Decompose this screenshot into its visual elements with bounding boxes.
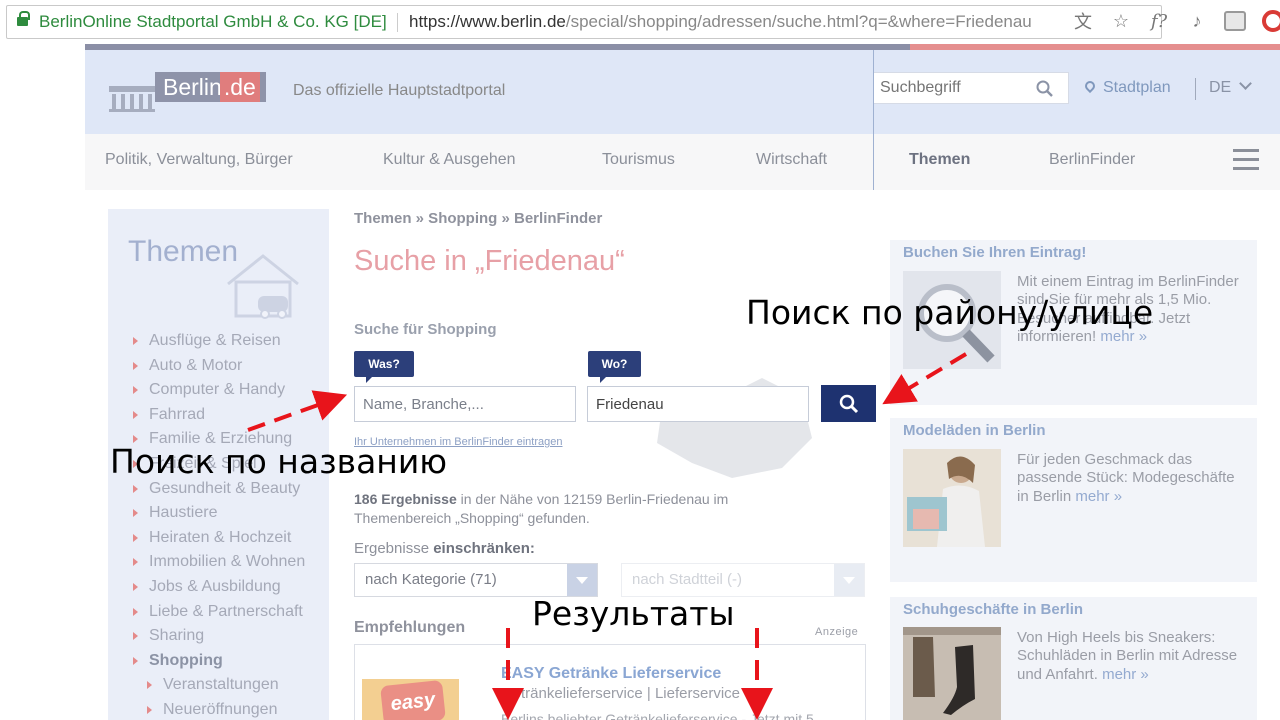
sidebar-item-veranstaltungen[interactable]: Veranstaltungen	[146, 675, 305, 700]
site-header: Berlin.de Das offizielle Hauptstadtporta…	[85, 50, 1280, 134]
category-select[interactable]: nach Kategorie (71)	[354, 563, 598, 597]
extension-icon[interactable]: ♪	[1186, 11, 1208, 32]
opera-icon[interactable]	[1262, 10, 1280, 32]
ad-card[interactable]: easy EASY Getränke Lieferservice Getränk…	[354, 644, 866, 720]
annotation-name-search: Поиск по названию	[110, 442, 448, 481]
search-submit-button[interactable]	[821, 385, 876, 422]
search-icon[interactable]	[1036, 80, 1054, 98]
url-host: https://www.berlin.de	[409, 12, 566, 31]
extension-box-icon[interactable]	[1224, 11, 1246, 31]
search-icon	[839, 394, 859, 414]
nav-item-politik[interactable]: Politik, Verwaltung, Bürger	[105, 151, 293, 169]
site-search-input[interactable]	[874, 73, 1024, 103]
url-path: /special/shopping/adressen/suche.html?q=…	[565, 12, 1032, 31]
url-separator	[397, 13, 398, 32]
promo-card-title[interactable]: Buchen Sie Ihren Eintrag!	[903, 244, 1086, 261]
map-pin-icon	[1082, 78, 1098, 94]
recommendations-heading: Empfehlungen	[354, 619, 466, 636]
ad-text: Berlins beliebter Getränkelieferservice …	[501, 711, 814, 720]
sidebar-topic-list: Ausflüge & Reisen Auto & Motor Computer …	[132, 331, 305, 720]
sidebar-item-computer[interactable]: Computer & Handy	[132, 380, 305, 405]
browser-toolbar: BerlinOnline Stadtportal GmbH & Co. KG […	[0, 0, 1280, 44]
sidebar-item-liebe[interactable]: Liebe & Partnerschaft	[132, 602, 305, 627]
sidebar-item-auto[interactable]: Auto & Motor	[132, 356, 305, 381]
ad-title[interactable]: EASY Getränke Lieferservice	[501, 665, 721, 683]
stadtplan-link[interactable]: Stadtplan	[1082, 78, 1171, 97]
nav-item-kultur[interactable]: Kultur & Ausgehen	[383, 151, 516, 169]
nav-item-berlinfinder[interactable]: BerlinFinder	[1049, 151, 1135, 169]
main-navigation: Politik, Verwaltung, Bürger Kultur & Aus…	[85, 134, 1280, 190]
lock-icon	[17, 11, 30, 28]
nav-item-tourismus[interactable]: Tourismus	[602, 151, 675, 169]
what-input[interactable]	[355, 387, 575, 421]
breadcrumb[interactable]: Themen » Shopping » BerlinFinder	[354, 210, 602, 227]
header-divider	[1195, 78, 1196, 100]
ad-subtitle: Getränkelieferservice | Lieferservice	[501, 685, 740, 702]
language-selector[interactable]: DE	[1209, 77, 1253, 97]
nav-item-themen[interactable]: Themen	[909, 151, 970, 169]
sidebar-item-jobs[interactable]: Jobs & Ausbildung	[132, 577, 305, 602]
annotation-district-search: Поиск по району/улице	[746, 293, 1154, 332]
promo-card-schuhe: Schuhgeschäfte in Berlin Von High Heels …	[890, 597, 1257, 720]
sidebar-item-shopping[interactable]: Shopping	[132, 651, 305, 676]
promo-card-text: Für jeden Geschmack das passende Stück: …	[1017, 451, 1235, 505]
was-tag: Was?	[354, 351, 414, 383]
ad-label: Anzeige	[815, 626, 859, 638]
promo-card-title[interactable]: Schuhgeschäfte in Berlin	[903, 601, 1083, 618]
sidebar-item-gesundheit[interactable]: Gesundheit & Beauty	[132, 479, 305, 504]
more-link[interactable]: mehr »	[1075, 488, 1122, 505]
district-select[interactable]: nach Stadtteil (-)	[621, 563, 865, 597]
search-heading: Suche für Shopping	[354, 321, 497, 338]
wo-tag: Wo?	[588, 351, 641, 383]
berlin-logo[interactable]: Berlin.de	[109, 72, 269, 112]
header-vertical-divider	[873, 50, 874, 190]
brandenburg-gate-icon	[109, 82, 155, 112]
more-link[interactable]: mehr »	[1102, 666, 1149, 683]
sidebar-item-heiraten[interactable]: Heiraten & Hochzeit	[132, 528, 305, 553]
nav-item-wirtschaft[interactable]: Wirtschaft	[756, 151, 827, 169]
address-bar[interactable]: BerlinOnline Stadtportal GmbH & Co. KG […	[6, 5, 1162, 39]
chevron-down-icon	[834, 564, 864, 596]
what-field	[354, 386, 576, 422]
restrict-label: Ergebnisse einschränken:	[354, 540, 535, 557]
chevron-down-icon	[1239, 77, 1253, 90]
browser-extension-icons: 文 ☆ f? ♪	[1072, 8, 1280, 34]
sidebar-item-haustiere[interactable]: Haustiere	[132, 503, 305, 528]
shopping-woman-image	[903, 449, 1001, 547]
f-question-icon[interactable]: f?	[1148, 11, 1170, 32]
url-text[interactable]: https://www.berlin.de/special/shopping/a…	[409, 6, 1032, 38]
sidebar-item-sharing[interactable]: Sharing	[132, 626, 305, 651]
star-icon[interactable]: ☆	[1110, 11, 1132, 32]
sidebar-item-immobilien[interactable]: Immobilien & Wohnen	[132, 552, 305, 577]
ev-certificate-label[interactable]: BerlinOnline Stadtportal GmbH & Co. KG […	[39, 6, 387, 38]
promo-card-mode: Modeläden in Berlin Für jeden Geschmack …	[890, 418, 1257, 582]
sidebar-item-fahrrad[interactable]: Fahrrad	[132, 405, 305, 430]
where-field	[587, 386, 809, 422]
house-car-illustration-icon	[227, 254, 299, 319]
results-summary: 186 Ergebnisse in der Nähe von 12159 Ber…	[354, 491, 729, 526]
promo-card-title[interactable]: Modeläden in Berlin	[903, 422, 1046, 439]
promo-card-text: Von High Heels bis Sneakers: Schuhläden …	[1017, 629, 1238, 683]
site-search	[873, 72, 1069, 104]
where-input[interactable]	[588, 387, 808, 421]
sidebar-item-neueroeffnungen[interactable]: Neueröffnungen	[146, 700, 305, 720]
annotation-results: Результаты	[532, 594, 735, 633]
chevron-down-icon	[567, 564, 597, 596]
site-tagline: Das offizielle Hauptstadtportal	[293, 82, 506, 99]
easy-logo-image: easy	[362, 679, 459, 720]
sidebar-item-ausfluege[interactable]: Ausflüge & Reisen	[132, 331, 305, 356]
logo-wordmark: Berlin.de	[155, 72, 266, 102]
page-title: Suche in „Friedenau“	[354, 245, 625, 277]
shoes-image	[903, 627, 1001, 720]
menu-icon[interactable]	[1233, 149, 1259, 171]
translate-icon[interactable]: 文	[1072, 8, 1094, 34]
